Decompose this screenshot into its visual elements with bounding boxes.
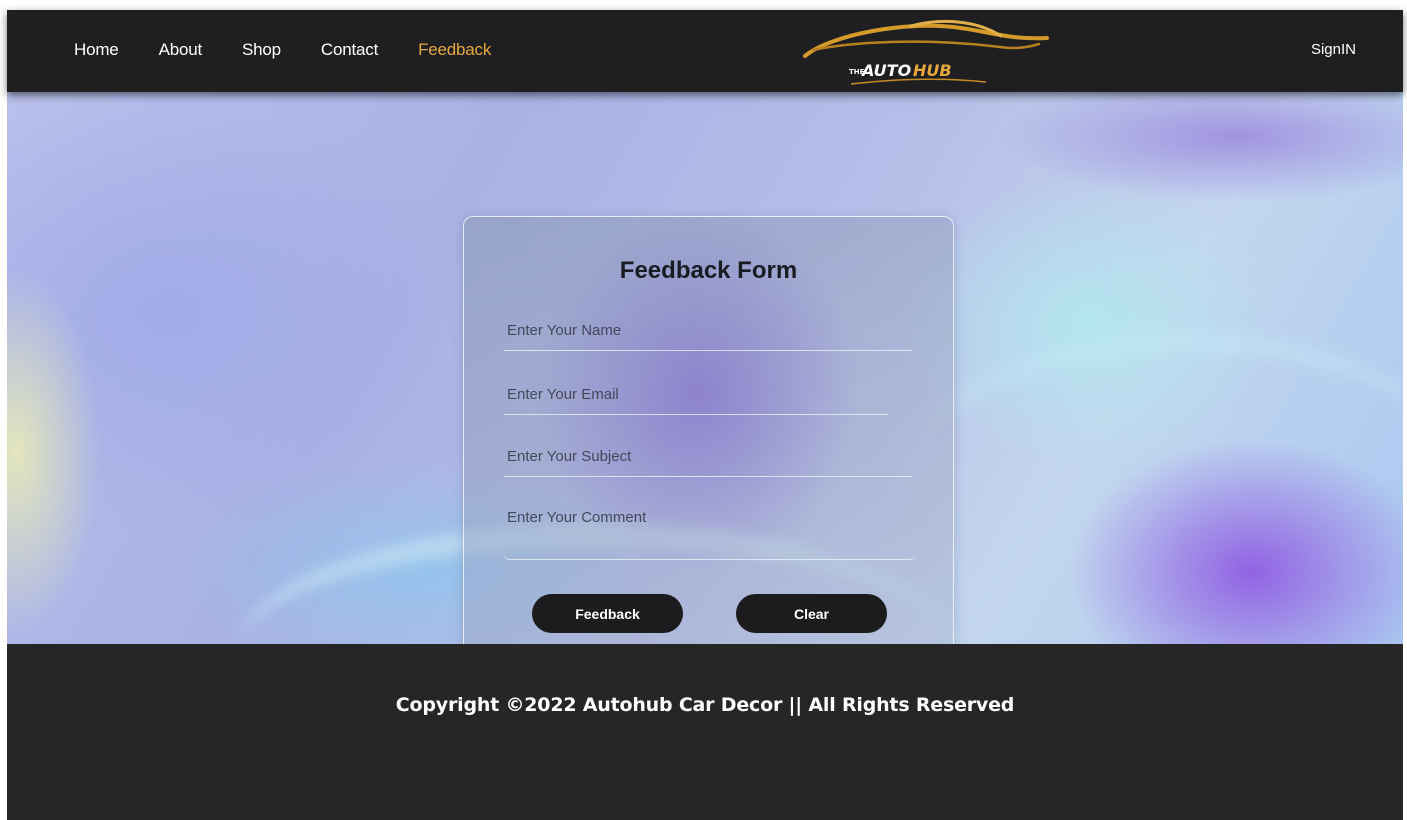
nav-link-about[interactable]: About <box>159 40 203 60</box>
email-input[interactable] <box>504 375 888 415</box>
logo-auto-text: AUTO <box>860 61 912 80</box>
nav-link-contact[interactable]: Contact <box>321 40 378 60</box>
copyright-text: Copyright ©2022 Autohub Car Decor || All… <box>395 694 1015 716</box>
feedback-form: Feedback Form Feedback Clear <box>463 216 954 644</box>
feedback-submit-button[interactable]: Feedback <box>532 594 683 633</box>
clear-button[interactable]: Clear <box>736 594 887 633</box>
page: Home About Shop Contact Feedback THE AUT… <box>7 10 1403 820</box>
form-title: Feedback Form <box>619 257 798 284</box>
autohub-logo[interactable]: THE AUTO HUB <box>791 16 1051 86</box>
nav-links: Home About Shop Contact Feedback <box>74 40 531 60</box>
hero-background: Feedback Form Feedback Clear <box>7 92 1403 644</box>
nav-link-home[interactable]: Home <box>74 40 119 60</box>
name-input[interactable] <box>504 311 912 351</box>
navbar: Home About Shop Contact Feedback THE AUT… <box>7 10 1403 92</box>
hero-decor <box>907 332 1403 632</box>
signin-link[interactable]: SignIN <box>1311 41 1356 58</box>
logo-hub-text: HUB <box>913 61 952 80</box>
nav-link-shop[interactable]: Shop <box>242 40 281 60</box>
subject-input[interactable] <box>504 437 912 477</box>
car-logo-icon: THE AUTO HUB <box>803 19 1049 85</box>
comment-textarea[interactable] <box>504 505 915 560</box>
nav-link-feedback[interactable]: Feedback <box>418 40 491 60</box>
footer: Copyright ©2022 Autohub Car Decor || All… <box>7 644 1403 820</box>
